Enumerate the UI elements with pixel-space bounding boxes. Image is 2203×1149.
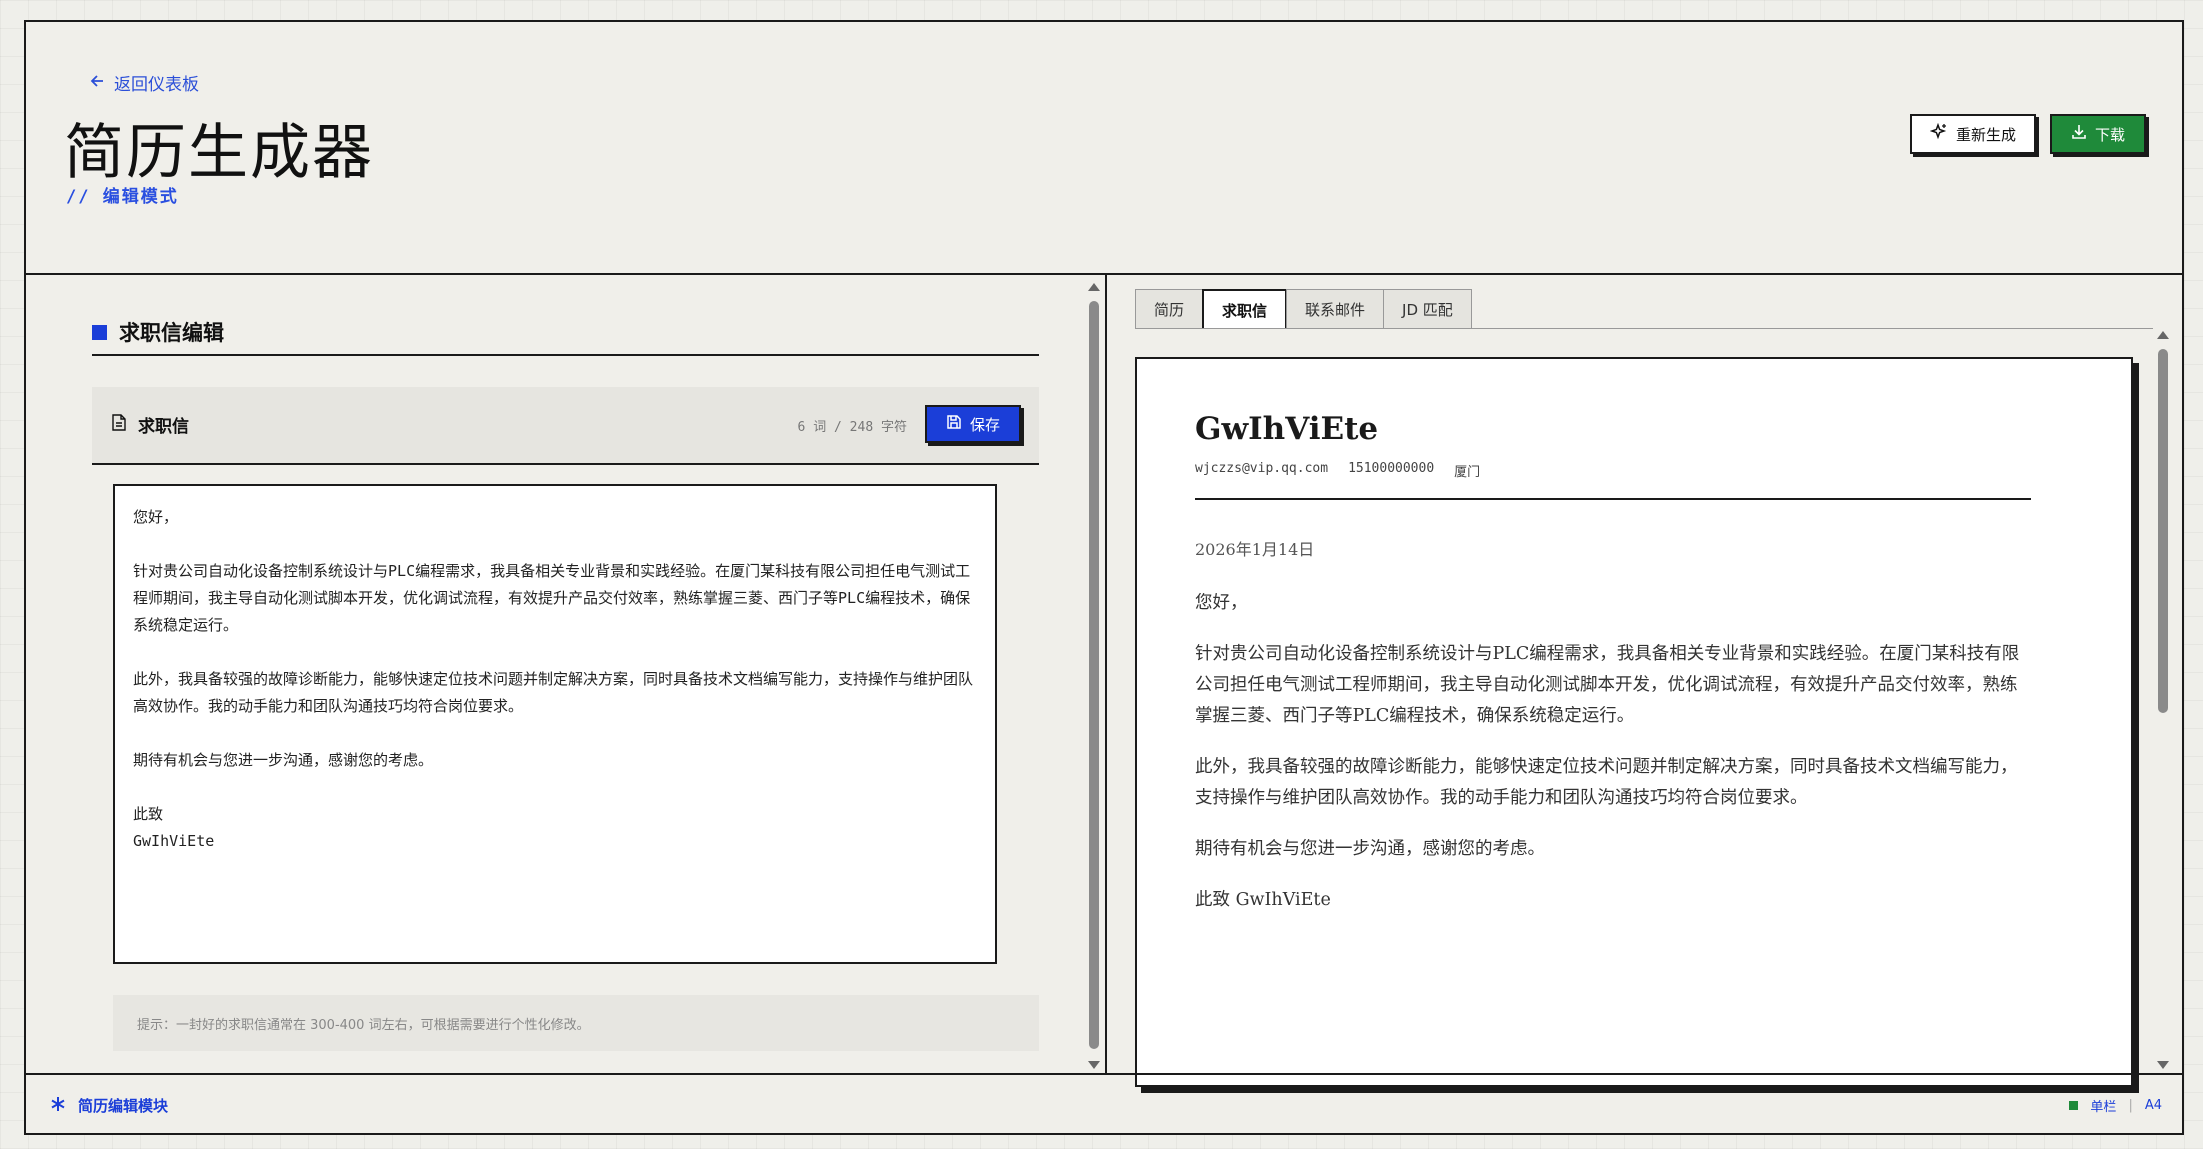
toolbar-label: 求职信 [138, 417, 189, 437]
preview-name: GwIhViEte [1195, 411, 1379, 447]
tab-jd-match[interactable]: JD 匹配 [1383, 289, 1472, 329]
cover-letter-textarea[interactable]: 您好， 针对贵公司自动化设备控制系统设计与PLC编程需求，我具备相关专业背景和实… [113, 484, 997, 964]
header-actions: 重新生成 下载 [1910, 114, 2146, 154]
editor-panel: 求职信编辑 求职信 6 词 / 248 字符 保存 您好， 针对贵公司自动化设备… [26, 275, 1106, 1075]
editor-hint: 提示：一封好的求职信通常在 300-400 词左右，可根据需要进行个性化修改。 [113, 995, 1039, 1051]
section-divider [92, 354, 1039, 356]
status-dot-icon [2069, 1101, 2079, 1110]
save-label: 保存 [969, 415, 1000, 434]
preview-closing: 此致 GwIhViEte [1195, 890, 1331, 910]
tab-cover-letter[interactable]: 求职信 [1202, 289, 1288, 329]
save-icon [946, 414, 962, 434]
preview-tabs: 简历 求职信 联系邮件 JD 匹配 [1135, 289, 1472, 329]
scroll-up-icon[interactable] [2157, 331, 2169, 339]
paper-size-label: A4 [2144, 1098, 2162, 1113]
preview-city: 厦门 [1454, 465, 1481, 480]
preview-panel: 简历 求职信 联系邮件 JD 匹配 GwIhViEte wjczzs@vip.q… [1107, 275, 2182, 1087]
editor-toolbar: 求职信 6 词 / 248 字符 保存 [92, 387, 1039, 465]
preview-email: wjczzs@vip.qq.com [1195, 461, 1329, 476]
preview-greeting: 您好， [1195, 593, 1248, 613]
cover-letter-preview: GwIhViEte wjczzs@vip.qq.com 15100000000 … [1135, 357, 2133, 1087]
editor-paragraph-3: 期待有机会与您进一步沟通，感谢您的考虑。 [133, 751, 434, 769]
preview-scrollbar[interactable] [2156, 325, 2170, 1075]
download-icon [2071, 124, 2087, 144]
preview-body: 您好， 针对贵公司自动化设备控制系统设计与PLC编程需求，我具备相关专业背景和实… [1195, 588, 2031, 916]
scroll-thumb[interactable] [2158, 349, 2168, 713]
back-label: 返回仪表板 [114, 75, 199, 95]
status-footer: 简历编辑模块 单栏 | A4 [26, 1073, 2182, 1133]
preview-divider [1195, 498, 2031, 500]
module-indicator: 简历编辑模块 [50, 1095, 168, 1116]
editor-paragraph-1: 针对贵公司自动化设备控制系统设计与PLC编程需求，我具备相关专业背景和实践经验。… [133, 562, 971, 634]
preview-paragraph-3: 期待有机会与您进一步沟通，感谢您的考虑。 [1195, 839, 1545, 859]
preview-phone: 15100000000 [1348, 461, 1435, 476]
separator: | [2128, 1098, 2133, 1113]
preview-date: 2026年1月14日 [1195, 540, 1315, 559]
section-title-label: 求职信编辑 [119, 321, 224, 345]
editor-signature: GwIhViEte [133, 832, 215, 850]
scroll-up-icon[interactable] [1088, 283, 1100, 291]
regenerate-label: 重新生成 [1955, 125, 2016, 144]
editor-scrollbar[interactable] [1087, 275, 1101, 1075]
save-button[interactable]: 保存 [925, 405, 1021, 443]
toolbar-title: 求职信 [112, 412, 189, 437]
editor-paragraph-2: 此外，我具备较强的故障诊断能力，能够快速定位技术问题并制定解决方案，同时具备技术… [133, 670, 974, 715]
app-window: 返回仪表板 简历生成器 // 编辑模式 重新生成 下载 求职信编辑 求职信 6 … [24, 20, 2184, 1135]
square-bullet-icon [92, 324, 107, 340]
preview-paragraph-2: 此外，我具备较强的故障诊断能力，能够快速定位技术问题并制定解决方案，同时具备技术… [1195, 757, 2018, 808]
sparkle-icon [1929, 122, 1948, 145]
arrow-left-icon [90, 73, 104, 93]
module-label: 简历编辑模块 [78, 1097, 169, 1115]
scroll-down-icon[interactable] [2157, 1061, 2169, 1069]
tab-resume[interactable]: 简历 [1135, 289, 1204, 329]
word-count: 6 词 / 248 字符 [797, 420, 907, 435]
tab-contact-email[interactable]: 联系邮件 [1286, 289, 1385, 329]
download-button[interactable]: 下载 [2050, 114, 2146, 154]
mode-subtitle: // 编辑模式 [66, 187, 179, 207]
preview-contact: wjczzs@vip.qq.com 15100000000 厦门 [1195, 461, 2073, 480]
page-title: 简历生成器 [64, 118, 374, 188]
editor-greeting: 您好， [133, 508, 179, 526]
scroll-down-icon[interactable] [1088, 1061, 1100, 1069]
page-header: 返回仪表板 简历生成器 // 编辑模式 重新生成 下载 [26, 22, 2182, 275]
regenerate-button[interactable]: 重新生成 [1910, 114, 2036, 154]
section-title: 求职信编辑 [92, 317, 224, 347]
scroll-thumb[interactable] [1089, 301, 1099, 1049]
preview-paragraph-1: 针对贵公司自动化设备控制系统设计与PLC编程需求，我具备相关专业背景和实践经验。… [1195, 644, 2020, 726]
back-to-dashboard-link[interactable]: 返回仪表板 [90, 70, 199, 95]
asterisk-icon [50, 1096, 66, 1116]
layout-status: 单栏 | A4 [2069, 1096, 2162, 1115]
tabs-divider [1135, 328, 2153, 329]
layout-label: 单栏 [2090, 1100, 2117, 1115]
editor-closing: 此致 [133, 805, 164, 823]
download-label: 下载 [2094, 125, 2125, 144]
document-icon [112, 413, 126, 436]
